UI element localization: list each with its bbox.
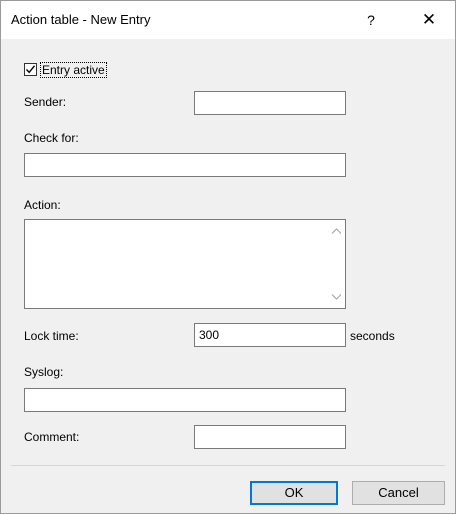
entry-active-label: Entry active (40, 62, 107, 78)
syslog-field[interactable] (24, 388, 346, 412)
comment-field[interactable] (194, 425, 346, 449)
dialog-content: Entry active Sender: Check for: Action: … (1, 39, 455, 513)
action-label: Action: (24, 198, 61, 212)
cancel-button[interactable]: Cancel (352, 481, 445, 505)
check-for-field[interactable] (24, 153, 346, 177)
checkbox-box[interactable] (24, 63, 37, 76)
scroll-down-icon[interactable] (331, 291, 342, 302)
check-for-label: Check for: (24, 131, 79, 145)
title-bar: Action table - New Entry ? ✕ (1, 1, 455, 39)
window-title: Action table - New Entry (11, 12, 151, 27)
help-button[interactable]: ? (353, 5, 389, 35)
sender-field[interactable] (194, 91, 346, 115)
checkmark-icon (25, 65, 36, 74)
lock-time-unit: seconds (350, 329, 395, 343)
close-button[interactable]: ✕ (409, 5, 449, 35)
footer-divider (11, 465, 445, 466)
lock-time-label: Lock time: (24, 329, 79, 343)
dialog-window: Action table - New Entry ? ✕ Entry activ… (0, 0, 456, 514)
action-textarea[interactable] (24, 219, 346, 309)
comment-label: Comment: (24, 430, 80, 444)
action-scrollbar[interactable] (328, 220, 345, 308)
scroll-up-icon[interactable] (331, 226, 342, 237)
sender-label: Sender: (24, 95, 67, 109)
lock-time-field[interactable]: 300 (194, 323, 346, 347)
syslog-label: Syslog: (24, 365, 64, 379)
ok-button[interactable]: OK (250, 481, 338, 505)
